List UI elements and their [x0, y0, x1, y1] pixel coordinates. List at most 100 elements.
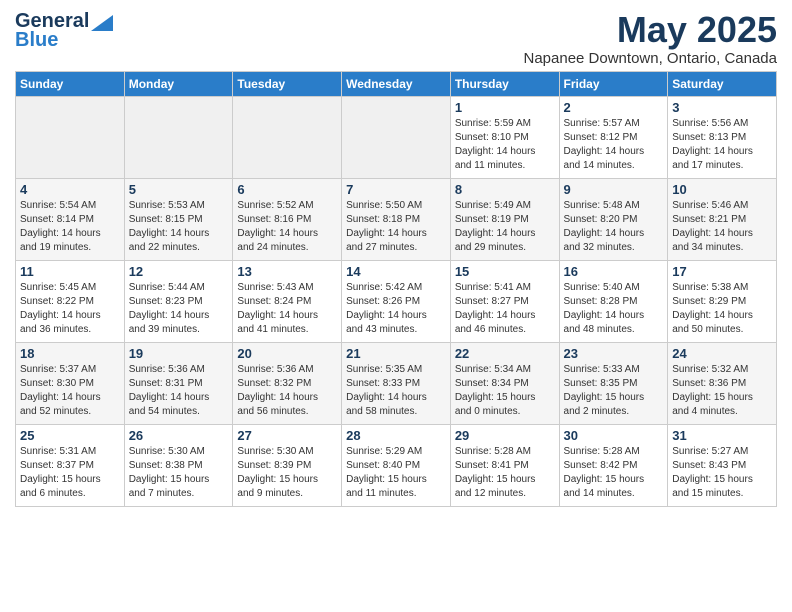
calendar-cell: 4 Sunrise: 5:54 AM Sunset: 8:14 PM Daylig… [16, 178, 125, 260]
calendar-cell: 2 Sunrise: 5:57 AM Sunset: 8:12 PM Daylig… [559, 96, 668, 178]
calendar-cell: 29 Sunrise: 5:28 AM Sunset: 8:41 PM Dayli… [450, 424, 559, 506]
logo-blue: Blue [15, 29, 58, 52]
calendar-cell [342, 96, 451, 178]
calendar-cell: 3 Sunrise: 5:56 AM Sunset: 8:13 PM Daylig… [668, 96, 777, 178]
cell-content: Sunrise: 5:42 AM Sunset: 8:26 PM Dayligh… [346, 281, 446, 337]
calendar-cell: 16 Sunrise: 5:40 AM Sunset: 8:28 PM Dayli… [559, 260, 668, 342]
day-number: 20 [237, 346, 337, 361]
cell-content: Sunrise: 5:50 AM Sunset: 8:18 PM Dayligh… [346, 199, 446, 255]
logo: General Blue [15, 10, 113, 52]
column-header-sunday: Sunday [16, 71, 125, 96]
cell-content: Sunrise: 5:43 AM Sunset: 8:24 PM Dayligh… [237, 281, 337, 337]
logo-icon [91, 15, 113, 31]
cell-content: Sunrise: 5:30 AM Sunset: 8:39 PM Dayligh… [237, 445, 337, 501]
cell-content: Sunrise: 5:30 AM Sunset: 8:38 PM Dayligh… [129, 445, 229, 501]
day-number: 28 [346, 428, 446, 443]
cell-content: Sunrise: 5:35 AM Sunset: 8:33 PM Dayligh… [346, 363, 446, 419]
calendar-cell: 24 Sunrise: 5:32 AM Sunset: 8:36 PM Dayli… [668, 342, 777, 424]
calendar-cell: 6 Sunrise: 5:52 AM Sunset: 8:16 PM Daylig… [233, 178, 342, 260]
day-number: 19 [129, 346, 229, 361]
calendar-cell [16, 96, 125, 178]
cell-content: Sunrise: 5:28 AM Sunset: 8:41 PM Dayligh… [455, 445, 555, 501]
day-number: 3 [672, 100, 772, 115]
day-number: 6 [237, 182, 337, 197]
cell-content: Sunrise: 5:48 AM Sunset: 8:20 PM Dayligh… [564, 199, 664, 255]
calendar-cell: 7 Sunrise: 5:50 AM Sunset: 8:18 PM Daylig… [342, 178, 451, 260]
calendar-cell: 15Sunrise: 5:41 AM Sunset: 8:27 PM Dayli… [450, 260, 559, 342]
cell-content: Sunrise: 5:52 AM Sunset: 8:16 PM Dayligh… [237, 199, 337, 255]
day-number: 25 [20, 428, 120, 443]
day-number: 22 [455, 346, 555, 361]
calendar-cell: 5Sunrise: 5:53 AM Sunset: 8:15 PM Daylig… [124, 178, 233, 260]
calendar-cell: 23Sunrise: 5:33 AM Sunset: 8:35 PM Dayli… [559, 342, 668, 424]
day-number: 18 [20, 346, 120, 361]
day-number: 17 [672, 264, 772, 279]
cell-content: Sunrise: 5:40 AM Sunset: 8:28 PM Dayligh… [564, 281, 664, 337]
day-number: 31 [672, 428, 772, 443]
header: General Blue May 2025 Napanee Downtown, … [15, 10, 777, 67]
cell-content: Sunrise: 5:36 AM Sunset: 8:32 PM Dayligh… [237, 363, 337, 419]
day-number: 5 [129, 182, 229, 197]
cell-content: Sunrise: 5:37 AM Sunset: 8:30 PM Dayligh… [20, 363, 120, 419]
column-header-tuesday: Tuesday [233, 71, 342, 96]
day-number: 15 [455, 264, 555, 279]
calendar-cell: 10Sunrise: 5:46 AM Sunset: 8:21 PM Dayli… [668, 178, 777, 260]
day-number: 23 [564, 346, 664, 361]
day-number: 9 [564, 182, 664, 197]
day-number: 4 [20, 182, 120, 197]
day-number: 26 [129, 428, 229, 443]
day-number: 7 [346, 182, 446, 197]
cell-content: Sunrise: 5:29 AM Sunset: 8:40 PM Dayligh… [346, 445, 446, 501]
subtitle: Napanee Downtown, Ontario, Canada [524, 50, 778, 67]
day-number: 30 [564, 428, 664, 443]
calendar-cell: 18 Sunrise: 5:37 AM Sunset: 8:30 PM Dayli… [16, 342, 125, 424]
cell-content: Sunrise: 5:34 AM Sunset: 8:34 PM Dayligh… [455, 363, 555, 419]
day-number: 10 [672, 182, 772, 197]
day-number: 14 [346, 264, 446, 279]
calendar-week-3: 11Sunrise: 5:45 AM Sunset: 8:22 PM Dayli… [16, 260, 777, 342]
calendar-cell: 20 Sunrise: 5:36 AM Sunset: 8:32 PM Dayli… [233, 342, 342, 424]
cell-content: Sunrise: 5:57 AM Sunset: 8:12 PM Dayligh… [564, 117, 664, 173]
day-number: 2 [564, 100, 664, 115]
cell-content: Sunrise: 5:56 AM Sunset: 8:13 PM Dayligh… [672, 117, 772, 173]
cell-content: Sunrise: 5:49 AM Sunset: 8:19 PM Dayligh… [455, 199, 555, 255]
title-section: May 2025 Napanee Downtown, Ontario, Cana… [524, 10, 778, 67]
calendar-week-2: 4 Sunrise: 5:54 AM Sunset: 8:14 PM Daylig… [16, 178, 777, 260]
calendar-week-1: 1Sunrise: 5:59 AM Sunset: 8:10 PM Daylig… [16, 96, 777, 178]
main-title: May 2025 [524, 10, 778, 50]
calendar-cell [233, 96, 342, 178]
calendar-cell [124, 96, 233, 178]
calendar-cell: 30 Sunrise: 5:28 AM Sunset: 8:42 PM Dayli… [559, 424, 668, 506]
column-header-monday: Monday [124, 71, 233, 96]
page-container: General Blue May 2025 Napanee Downtown, … [0, 0, 792, 515]
day-number: 29 [455, 428, 555, 443]
cell-content: Sunrise: 5:28 AM Sunset: 8:42 PM Dayligh… [564, 445, 664, 501]
day-number: 16 [564, 264, 664, 279]
day-number: 27 [237, 428, 337, 443]
calendar-cell: 27 Sunrise: 5:30 AM Sunset: 8:39 PM Dayli… [233, 424, 342, 506]
calendar-cell: 8Sunrise: 5:49 AM Sunset: 8:19 PM Daylig… [450, 178, 559, 260]
column-header-saturday: Saturday [668, 71, 777, 96]
calendar-cell: 9 Sunrise: 5:48 AM Sunset: 8:20 PM Daylig… [559, 178, 668, 260]
cell-content: Sunrise: 5:45 AM Sunset: 8:22 PM Dayligh… [20, 281, 120, 337]
cell-content: Sunrise: 5:27 AM Sunset: 8:43 PM Dayligh… [672, 445, 772, 501]
calendar-cell: 12 Sunrise: 5:44 AM Sunset: 8:23 PM Dayli… [124, 260, 233, 342]
calendar-cell: 22 Sunrise: 5:34 AM Sunset: 8:34 PM Dayli… [450, 342, 559, 424]
calendar-cell: 17 Sunrise: 5:38 AM Sunset: 8:29 PM Dayli… [668, 260, 777, 342]
day-number: 13 [237, 264, 337, 279]
cell-content: Sunrise: 5:54 AM Sunset: 8:14 PM Dayligh… [20, 199, 120, 255]
calendar-cell: 31 Sunrise: 5:27 AM Sunset: 8:43 PM Dayli… [668, 424, 777, 506]
cell-content: Sunrise: 5:38 AM Sunset: 8:29 PM Dayligh… [672, 281, 772, 337]
calendar-cell: 11Sunrise: 5:45 AM Sunset: 8:22 PM Dayli… [16, 260, 125, 342]
column-header-thursday: Thursday [450, 71, 559, 96]
calendar-table: SundayMondayTuesdayWednesdayThursdayFrid… [15, 71, 777, 507]
cell-content: Sunrise: 5:32 AM Sunset: 8:36 PM Dayligh… [672, 363, 772, 419]
calendar-cell: 19Sunrise: 5:36 AM Sunset: 8:31 PM Dayli… [124, 342, 233, 424]
calendar-header-row: SundayMondayTuesdayWednesdayThursdayFrid… [16, 71, 777, 96]
column-header-friday: Friday [559, 71, 668, 96]
day-number: 24 [672, 346, 772, 361]
calendar-cell: 26 Sunrise: 5:30 AM Sunset: 8:38 PM Dayli… [124, 424, 233, 506]
calendar-cell: 28 Sunrise: 5:29 AM Sunset: 8:40 PM Dayli… [342, 424, 451, 506]
cell-content: Sunrise: 5:44 AM Sunset: 8:23 PM Dayligh… [129, 281, 229, 337]
day-number: 12 [129, 264, 229, 279]
